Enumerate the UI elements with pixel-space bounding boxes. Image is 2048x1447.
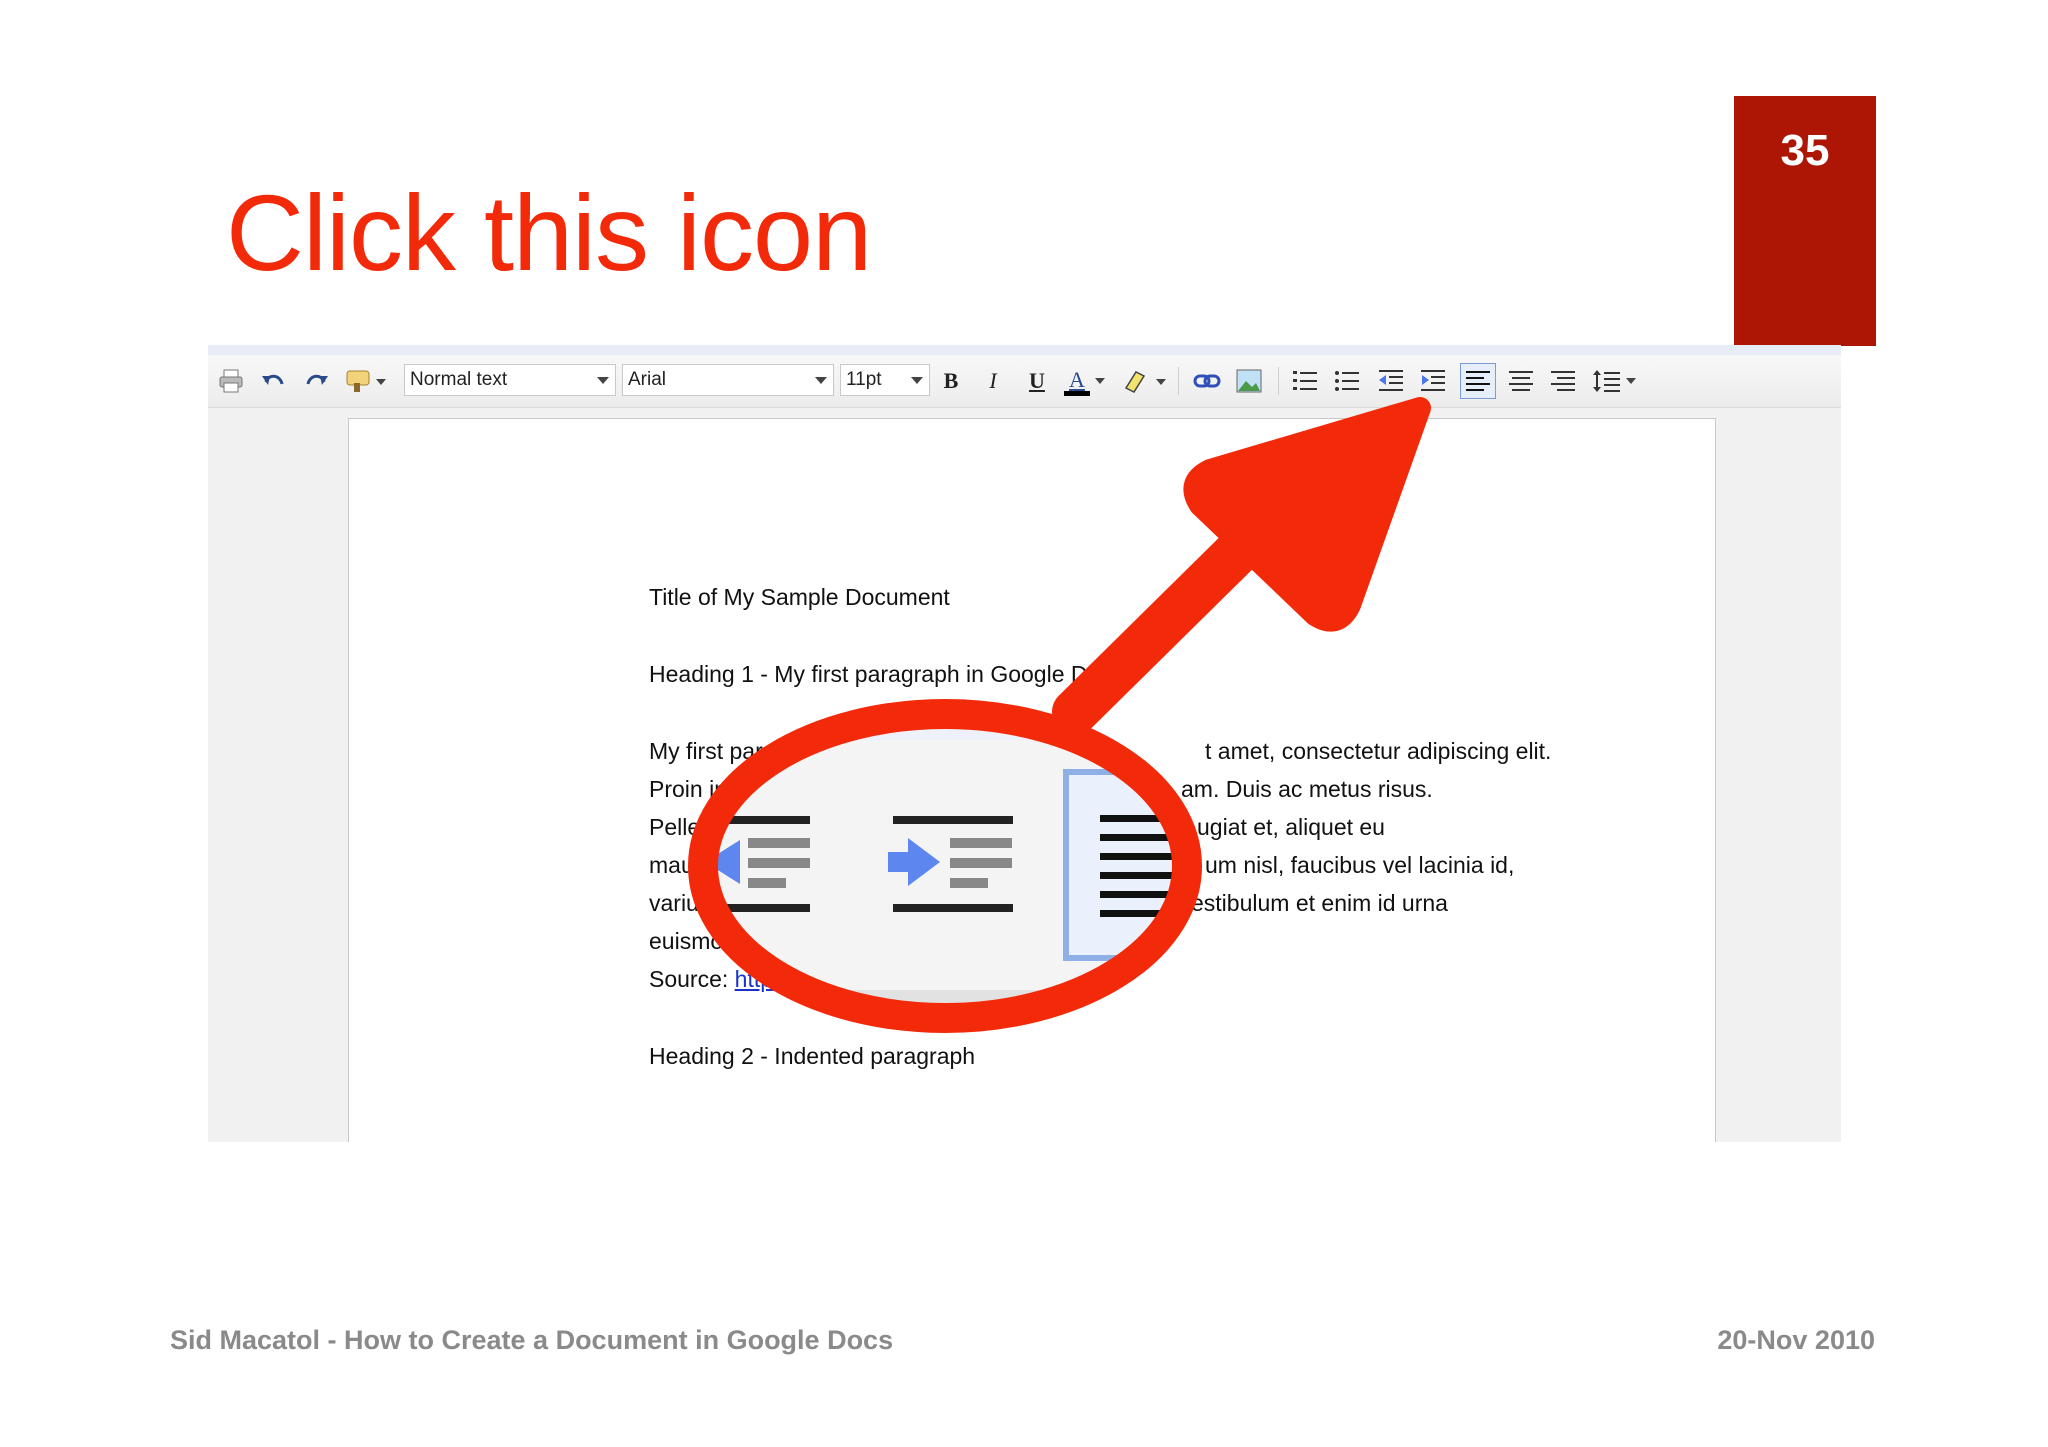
footer-author-title: Sid Macatol - How to Create a Document i… bbox=[170, 1325, 894, 1355]
slide-title: Click this icon bbox=[226, 172, 872, 293]
font-size-value: 11pt bbox=[846, 369, 882, 390]
footer-date: 20-Nov 2010 bbox=[1717, 1325, 1875, 1355]
paint-format-icon[interactable] bbox=[344, 365, 388, 397]
doc-paragraph-line: varius nec magn bbox=[649, 890, 818, 916]
source-label: Source: bbox=[649, 966, 729, 992]
toolbar-separator bbox=[1278, 367, 1279, 395]
underline-icon: U bbox=[1029, 368, 1045, 393]
increase-indent-icon[interactable] bbox=[1418, 365, 1448, 397]
image-icon[interactable] bbox=[1234, 365, 1264, 397]
doc-paragraph-line: Pellentesque sit bbox=[649, 814, 812, 840]
doc-paragraph-line: estibulum et enim id urna bbox=[1191, 890, 1448, 916]
docs-screenshot: Normal text Arial 11pt B I U A Title of … bbox=[208, 345, 1841, 1142]
font-size-dropdown[interactable]: 11pt bbox=[840, 364, 930, 396]
font-family-value: Arial bbox=[628, 369, 667, 390]
chevron-down-icon bbox=[815, 377, 827, 384]
doc-source-line: Source: http://www.lips bbox=[649, 966, 882, 993]
line-spacing-icon[interactable] bbox=[1592, 365, 1642, 397]
chevron-down-icon bbox=[911, 377, 923, 384]
paragraph-style-value: Normal text bbox=[410, 369, 508, 390]
slide-number-box: 35 bbox=[1734, 96, 1876, 346]
text-color-icon: A bbox=[1064, 367, 1090, 396]
print-icon[interactable] bbox=[216, 365, 246, 397]
bold-button[interactable]: B bbox=[936, 365, 966, 397]
underline-button[interactable]: U bbox=[1022, 365, 1052, 397]
bold-icon: B bbox=[943, 368, 959, 393]
doc-paragraph-line: t amet, consectetur adipiscing elit. bbox=[1205, 738, 1552, 764]
doc-paragraph-line: am. Duis ac metus risus. bbox=[1181, 776, 1433, 802]
highlight-icon bbox=[1124, 371, 1166, 393]
doc-heading-2: Heading 2 - Indented paragraph bbox=[649, 1043, 976, 1069]
text-color-button[interactable]: A bbox=[1060, 365, 1110, 397]
doc-paragraph-line: My first paragraph in G bbox=[649, 738, 883, 764]
doc-paragraph-line: Proin in arcu nunc bbox=[649, 776, 835, 802]
align-center-icon[interactable] bbox=[1506, 365, 1536, 397]
undo-icon[interactable] bbox=[258, 365, 288, 397]
doc-paragraph-line: euismod pulvinar. bbox=[649, 928, 828, 954]
numbered-list-icon[interactable] bbox=[1290, 365, 1320, 397]
font-family-dropdown[interactable]: Arial bbox=[622, 364, 834, 396]
bulleted-list-icon[interactable] bbox=[1332, 365, 1362, 397]
link-icon[interactable] bbox=[1192, 365, 1222, 397]
toolbar-separator bbox=[1178, 367, 1179, 395]
paragraph-style-dropdown[interactable]: Normal text bbox=[404, 364, 616, 396]
doc-title-line: Title of My Sample Document bbox=[649, 584, 950, 610]
highlight-button[interactable] bbox=[1120, 365, 1170, 397]
align-left-icon[interactable] bbox=[1460, 363, 1496, 399]
doc-paragraph-line: ugiat et, aliquet eu bbox=[1197, 814, 1385, 840]
doc-paragraph-line: mauris.Phasellu bbox=[649, 852, 813, 878]
document-page[interactable]: Title of My Sample Document Heading 1 - … bbox=[348, 418, 1716, 1142]
doc-heading-1: Heading 1 - My first paragraph in Google… bbox=[649, 661, 1124, 687]
chevron-down-icon bbox=[597, 377, 609, 384]
italic-icon: I bbox=[989, 368, 997, 393]
doc-paragraph-line: um nisl, faucibus vel lacinia id, bbox=[1205, 852, 1515, 878]
editor-toolbar: Normal text Arial 11pt B I U A bbox=[208, 355, 1841, 408]
source-link[interactable]: http://www.lips bbox=[735, 966, 882, 992]
redo-icon[interactable] bbox=[302, 365, 332, 397]
slide-number: 35 bbox=[1780, 126, 1830, 175]
italic-button[interactable]: I bbox=[978, 365, 1008, 397]
top-strip bbox=[208, 345, 1841, 355]
align-right-icon[interactable] bbox=[1548, 365, 1578, 397]
decrease-indent-icon[interactable] bbox=[1376, 365, 1406, 397]
